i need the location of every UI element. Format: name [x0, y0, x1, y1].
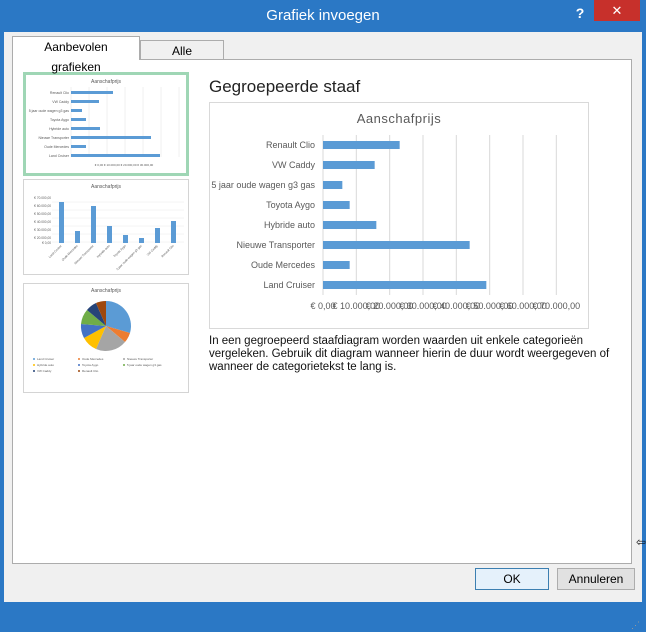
bar [323, 261, 350, 269]
chart-description: In een gegroepeerd staafdiagram worden w… [209, 335, 610, 373]
category-label: Renault Clio [266, 140, 315, 150]
resize-grip-icon[interactable]: ⋰ [631, 620, 643, 632]
svg-text:Renault Clio: Renault Clio [82, 369, 99, 373]
tab-recommended-charts[interactable]: Aanbevolen grafieken [12, 36, 140, 74]
resize-cursor-icon: ⇦ [636, 535, 646, 549]
category-label: 5 jaar oude wagen g3 gas [211, 180, 315, 190]
svg-text:Renault Clio: Renault Clio [160, 244, 175, 259]
svg-text:€ 20.000,00: € 20.000,00 [34, 236, 51, 240]
bar [323, 181, 343, 189]
tab-panel: Aanschafprijs Renault Clio VW Caddy 5 ja… [12, 59, 632, 564]
thumbnail-bar-chart: Renault Clio VW Caddy 5 jaar oude wagen g… [29, 87, 180, 167]
svg-text:Toyota Aygo: Toyota Aygo [82, 363, 99, 367]
svg-text:Toyota Aygo: Toyota Aygo [50, 118, 69, 122]
svg-text:VW Caddy: VW Caddy [37, 369, 52, 373]
thumbnail-pie[interactable]: Aanschafprijs Land Cruiser Oude Mercedes… [23, 283, 189, 393]
thumbnail-column-chart: € 70.000,00 € 60.000,00 € 50.000,00 € 40.0… [34, 196, 184, 271]
svg-text:Renault Clio: Renault Clio [50, 91, 69, 95]
svg-text:Hybride auto: Hybride auto [49, 127, 69, 131]
bar [323, 281, 487, 289]
category-label: Land Cruiser [263, 280, 315, 290]
thumbnail-clustered-bar[interactable]: Aanschafprijs Renault Clio VW Caddy 5 ja… [23, 72, 189, 176]
close-button[interactable]: ✕ [594, 0, 640, 21]
tab-all-charts[interactable]: Alle grafieken [140, 40, 224, 78]
chart-preview: Aanschafprijs € 0,00 € 10.000,00 € 20.000,… [209, 102, 589, 329]
svg-text:Hybride auto: Hybride auto [37, 363, 54, 367]
svg-text:Nieuwe Transporter: Nieuwe Transporter [127, 357, 153, 361]
bar [323, 161, 375, 169]
dialog-client: Aanbevolen grafieken Alle grafieken Aans… [4, 32, 646, 630]
svg-text:€ 40.000,00: € 40.000,00 [34, 220, 51, 224]
category-label: Oude Mercedes [251, 260, 316, 270]
svg-text:Land Cruiser: Land Cruiser [48, 244, 63, 259]
cancel-button[interactable]: Annuleren [557, 568, 635, 590]
bar [323, 221, 377, 229]
svg-text:€ 60.000,00: € 60.000,00 [34, 204, 51, 208]
category-label: Toyota Aygo [266, 200, 315, 210]
window-title: Grafiek invoegen [266, 7, 380, 24]
svg-text:€ 70.000,00: € 70.000,00 [34, 196, 51, 200]
help-button[interactable]: ? [570, 2, 590, 24]
svg-text:Oude Mercedes: Oude Mercedes [82, 357, 104, 361]
x-tick-label: € 70.000,00 [533, 301, 581, 311]
title-bar: Grafiek invoegen ? ✕ [0, 0, 646, 32]
category-label: VW Caddy [272, 160, 316, 170]
bar [323, 241, 470, 249]
svg-text:€ 0,00 € 10.000,00 € 20.000,00: € 0,00 € 10.000,00 € 20.000,00 € 30.000,… [95, 163, 154, 167]
svg-text:€ 30.000,00: € 30.000,00 [34, 228, 51, 232]
ok-button[interactable]: OK [475, 568, 549, 590]
category-label: Nieuwe Transporter [236, 240, 315, 250]
svg-text:Hybride auto: Hybride auto [96, 244, 111, 259]
category-label: Hybride auto [264, 220, 315, 230]
thumbnail-pie-chart: Land Cruiser Oude Mercedes Nieuwe Transp… [33, 300, 162, 373]
bar [323, 201, 350, 209]
bar-chart-plot: € 0,00€ 10.000,00€ 20.000,00€ 30.000,00€… [211, 135, 581, 311]
svg-text:Land Cruiser: Land Cruiser [37, 357, 54, 361]
svg-text:5 jaar oude wagen g3 gas: 5 jaar oude wagen g3 gas [127, 363, 162, 367]
svg-text:Oude Mercedes: Oude Mercedes [44, 145, 69, 149]
chart-type-heading: Gegroepeerde staaf [209, 77, 361, 96]
svg-text:VW Caddy: VW Caddy [146, 244, 159, 257]
svg-text:Toyota Aygo: Toyota Aygo [112, 244, 127, 259]
svg-text:VW Caddy: VW Caddy [52, 100, 69, 104]
svg-text:5 jaar oude wagen g3 gas: 5 jaar oude wagen g3 gas [29, 109, 70, 113]
svg-text:€ 0,00: € 0,00 [42, 241, 51, 245]
svg-text:Land Cruiser: Land Cruiser [49, 154, 70, 158]
svg-text:Nieuwe Transporter: Nieuwe Transporter [38, 136, 69, 140]
thumbnail-clustered-column[interactable]: Aanschafprijs € 70.000,00 € 60.000,00 € 50… [23, 179, 189, 275]
svg-text:€ 50.000,00: € 50.000,00 [34, 212, 51, 216]
bar [323, 141, 400, 149]
